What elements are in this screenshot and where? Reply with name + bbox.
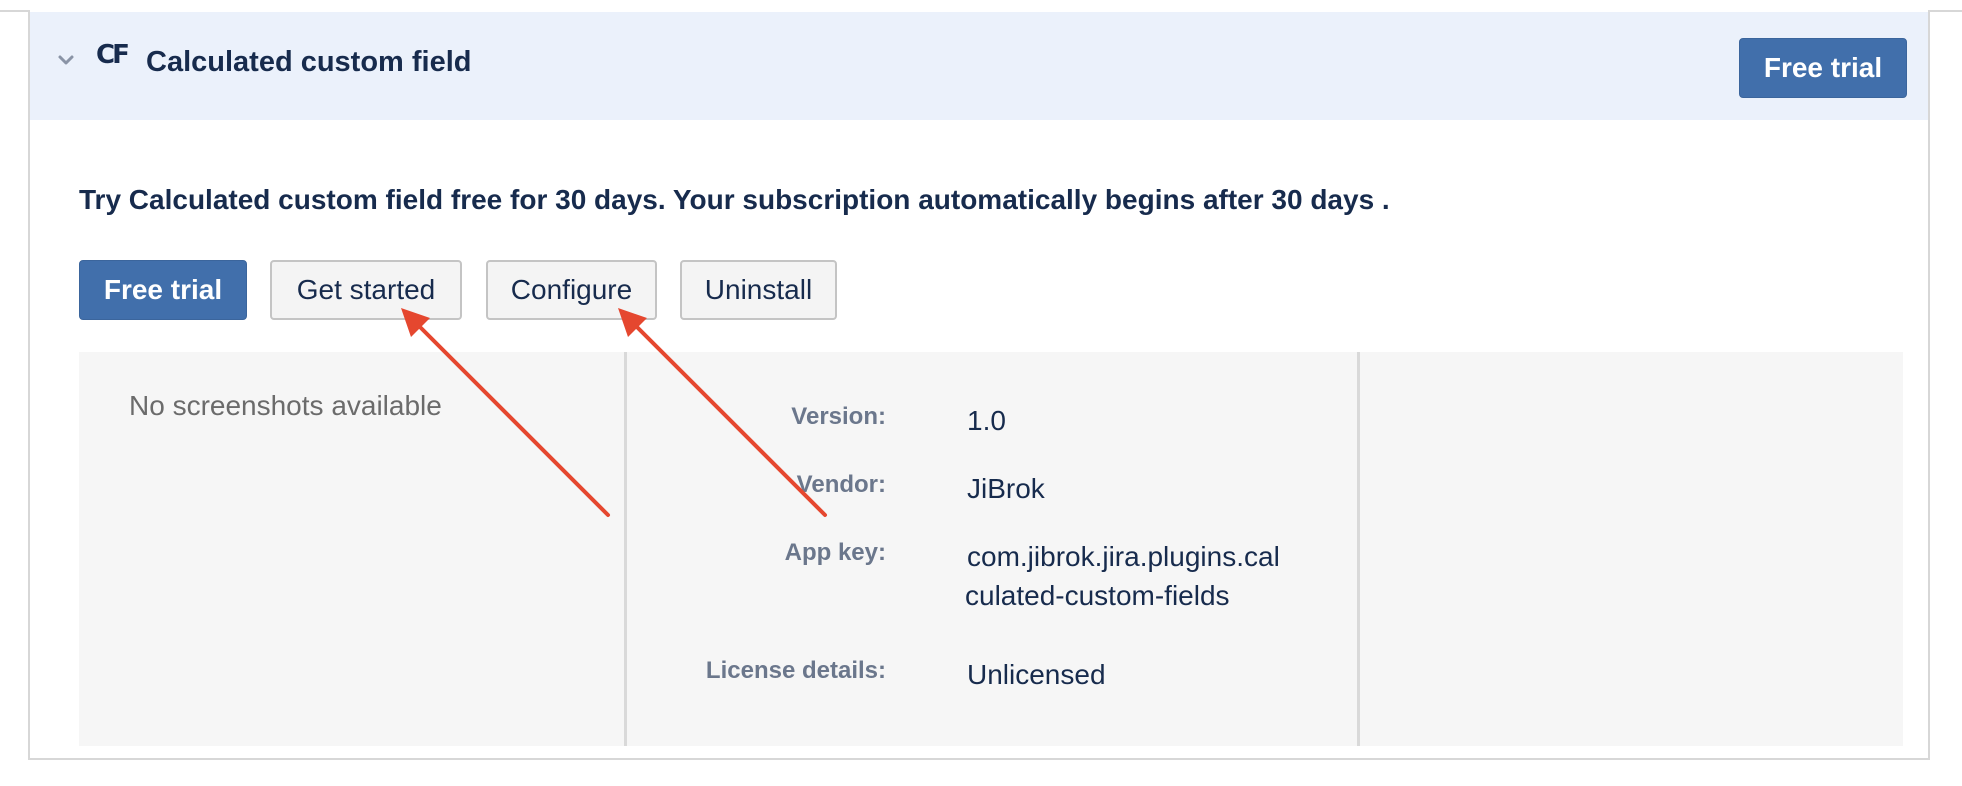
version-value: 1.0 bbox=[967, 405, 1006, 436]
app-title: Calculated custom field bbox=[146, 46, 472, 78]
chevron-down-icon[interactable] bbox=[56, 50, 76, 70]
app-key-value-line2: culated-custom-fields bbox=[965, 580, 1230, 611]
app-logo: CF bbox=[96, 40, 130, 70]
app-header[interactable]: CF Calculated custom field Free trial bbox=[30, 12, 1928, 120]
page: CF Calculated custom field Free trial Tr… bbox=[0, 0, 1962, 786]
vendor-value: JiBrok bbox=[967, 473, 1045, 504]
configure-button[interactable]: Configure bbox=[486, 260, 657, 320]
no-screenshots-text: No screenshots available bbox=[129, 390, 442, 421]
uninstall-button[interactable]: Uninstall bbox=[680, 260, 837, 320]
license-value: Unlicensed bbox=[967, 659, 1106, 690]
license-label: License details: bbox=[705, 657, 886, 684]
app-key-label: App key: bbox=[784, 539, 886, 566]
column-divider-left bbox=[624, 352, 627, 746]
details-labels: Version: Vendor: App key: License detail… bbox=[639, 352, 886, 746]
header-free-trial-button[interactable]: Free trial bbox=[1739, 38, 1907, 98]
free-trial-button[interactable]: Free trial bbox=[79, 260, 247, 320]
details-values: 1.0 JiBrok com.jibrok.jira.plugins.cal c… bbox=[965, 352, 1387, 746]
app-panel: CF Calculated custom field Free trial Tr… bbox=[28, 10, 1930, 760]
app-details-area: No screenshots available Version: Vendor… bbox=[79, 352, 1903, 746]
bottom-divider bbox=[28, 758, 1930, 760]
version-label: Version: bbox=[791, 403, 886, 430]
trial-message: Try Calculated custom field free for 30 … bbox=[79, 184, 1390, 215]
get-started-button[interactable]: Get started bbox=[270, 260, 462, 320]
app-key-value-line1: com.jibrok.jira.plugins.cal bbox=[967, 541, 1280, 572]
vendor-label: Vendor: bbox=[796, 471, 886, 498]
